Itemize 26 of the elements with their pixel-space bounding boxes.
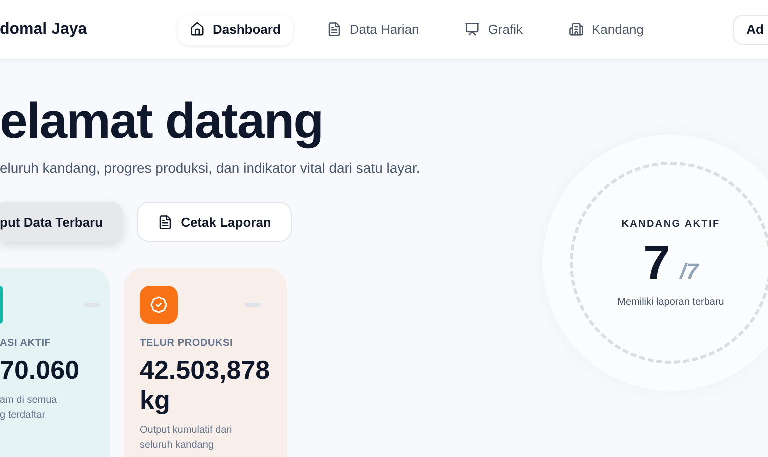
document-icon	[326, 22, 342, 37]
nav-tab[interactable]: Data Harian	[314, 14, 432, 44]
building-icon	[568, 22, 584, 37]
nav-tab[interactable]: Grafik	[453, 14, 535, 44]
document-icon	[158, 214, 174, 230]
nav-tab[interactable]: Kandang	[556, 14, 656, 44]
welcome-subtitle: eluruh kandang, progres produksi, dan indikator vital dari satu layar.	[0, 160, 422, 176]
chart-board-icon	[465, 22, 480, 37]
active-cages-value: 7	[643, 236, 670, 290]
stat-description: am di semua g terdaftar	[0, 394, 58, 423]
brand-name: domal Jaya	[0, 20, 88, 38]
user-button[interactable]: Ad	[732, 14, 768, 44]
nav-tab[interactable]: Dashboard	[178, 14, 293, 44]
input-data-button[interactable]: put Data Terbaru	[0, 202, 124, 242]
stat-value: 42.503,878 kg	[140, 355, 271, 415]
active-cages-caption: Memiliki laporan terbaru	[618, 296, 724, 308]
welcome-title: elamat datang	[0, 92, 324, 150]
active-cages-total: /7	[680, 258, 699, 284]
active-cages-label: KANDANG AKTIF	[622, 218, 720, 230]
stat-value: 70.060	[0, 355, 81, 385]
stat-label: ASI AKTIF	[0, 338, 52, 349]
home-icon	[190, 22, 205, 37]
stat-description: Output kumulatif dari seluruh kandang	[140, 424, 234, 453]
check-badge-icon	[150, 296, 168, 314]
print-report-button[interactable]: Cetak Laporan	[137, 202, 292, 242]
stat-label: TELUR PRODUKSI	[140, 338, 234, 349]
